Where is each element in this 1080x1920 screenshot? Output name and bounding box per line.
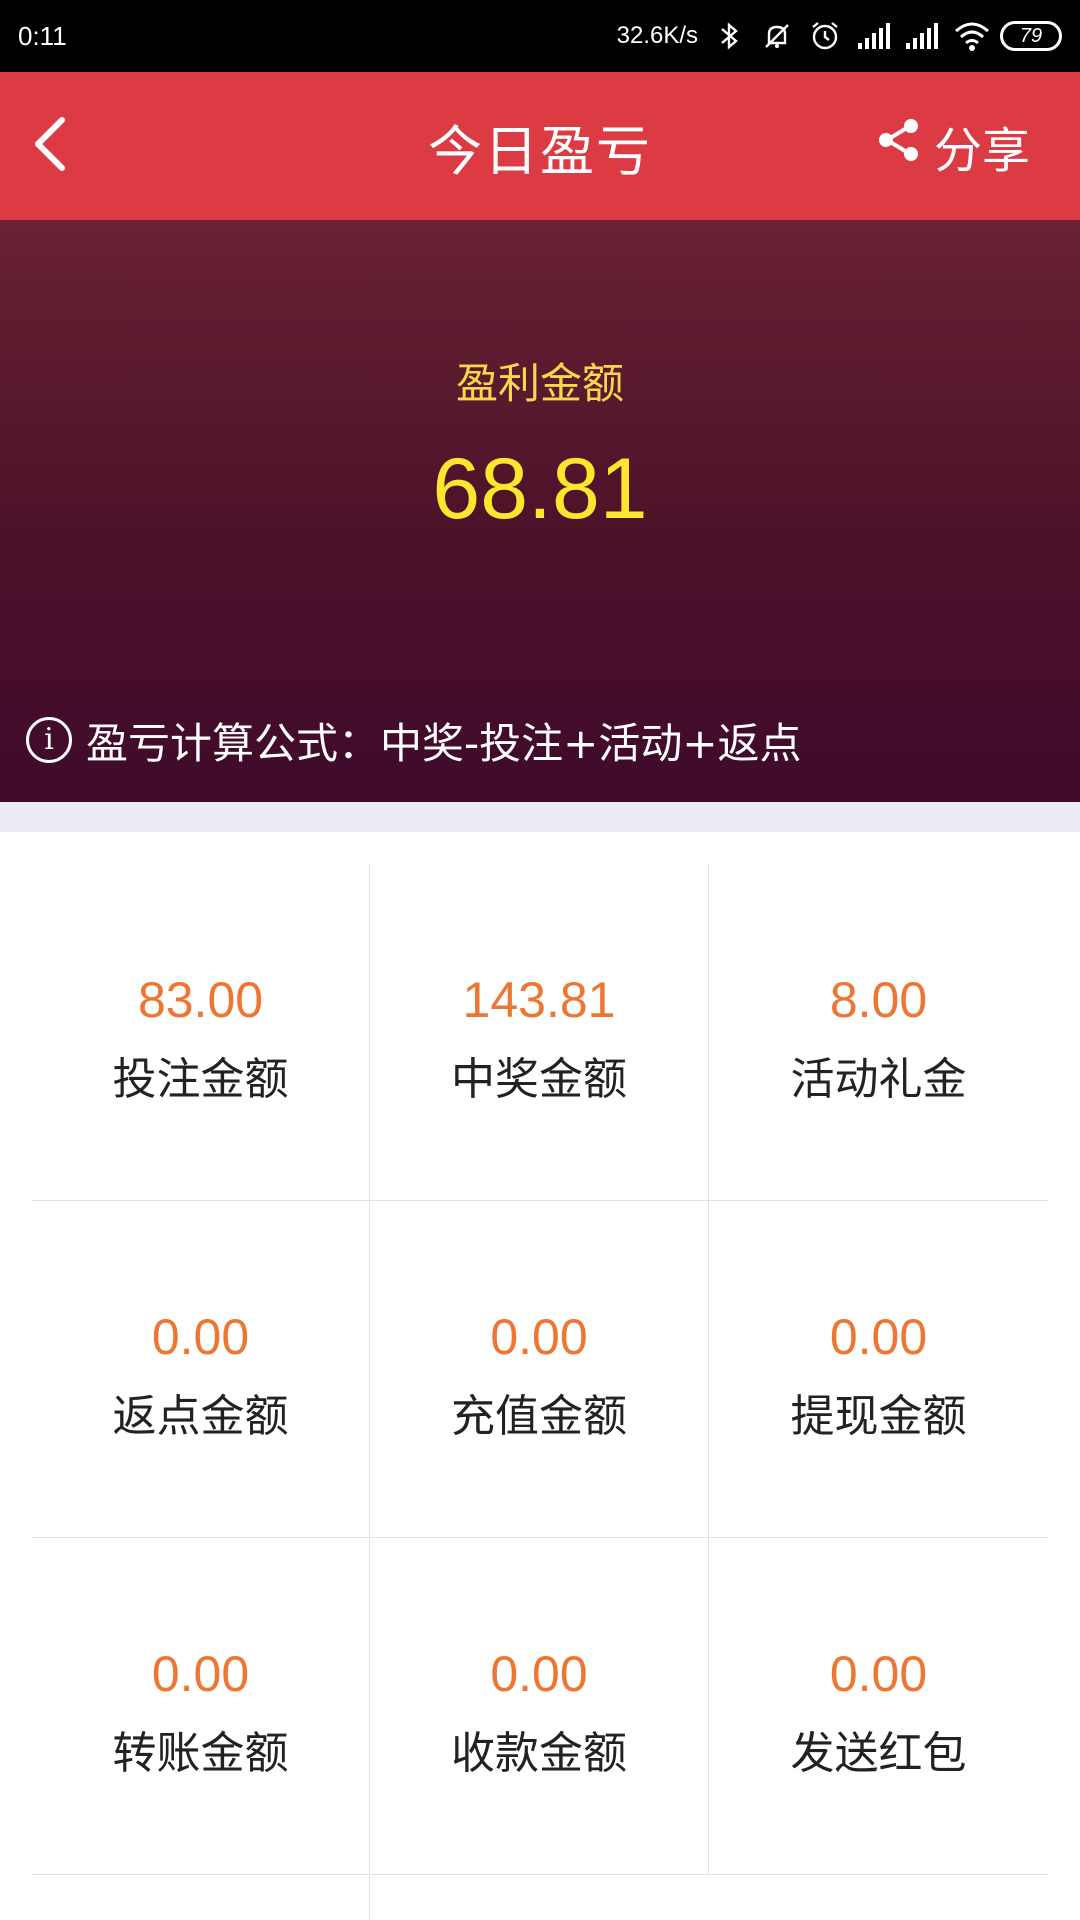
stat-receive-amount: 0.00 收款金额	[370, 1538, 709, 1875]
section-divider	[0, 802, 1080, 832]
screen: 0:11 32.6K/s 79 今日盈亏 分享 盈利金额 68.81 i 盈亏计…	[0, 0, 1080, 1920]
stat-label: 充值金额	[451, 1391, 627, 1442]
info-icon: i	[26, 717, 72, 763]
stat-label: 收款金额	[451, 1728, 627, 1779]
status-icons: 32.6K/s 79	[617, 19, 1062, 53]
stat-transfer-amount: 0.00 转账金额	[32, 1538, 370, 1875]
stat-value: 8.00	[829, 972, 928, 1028]
stat-label: 活动礼金	[790, 1054, 967, 1105]
stat-withdraw-amount: 0.00 提现金额	[709, 1201, 1048, 1538]
mute-icon	[760, 19, 794, 53]
stat-rebate-amount: 0.00 返点金额	[32, 1201, 370, 1538]
share-button[interactable]: 分享	[876, 108, 1030, 184]
stats-grid: 83.00 投注金额 143.81 中奖金额 8.00 活动礼金 0.00 返点…	[32, 864, 1048, 1875]
formula-text: 盈亏计算公式：中奖-投注+活动+返点	[86, 718, 802, 768]
stat-label: 返点金额	[112, 1391, 289, 1442]
bluetooth-icon	[712, 19, 746, 53]
profit-summary: 盈利金额 68.81 i 盈亏计算公式：中奖-投注+活动+返点	[0, 220, 1080, 802]
alarm-icon	[808, 19, 842, 53]
stat-label: 中奖金额	[451, 1054, 627, 1105]
stat-bet-amount: 83.00 投注金额	[32, 864, 370, 1201]
stat-value: 83.00	[137, 972, 264, 1028]
share-label: 分享	[933, 123, 1030, 179]
formula-note: i 盈亏计算公式：中奖-投注+活动+返点	[26, 710, 802, 770]
signal-icon	[856, 19, 890, 53]
signal-icon	[904, 19, 938, 53]
profit-amount: 68.81	[432, 441, 648, 537]
stat-win-amount: 143.81 中奖金额	[370, 864, 709, 1201]
battery-icon: 79	[1000, 21, 1062, 51]
stat-value: 0.00	[829, 1646, 928, 1702]
stat-label: 投注金额	[112, 1054, 289, 1105]
grid-divider	[369, 1876, 370, 1920]
stat-value: 0.00	[490, 1646, 588, 1702]
stat-deposit-amount: 0.00 充值金额	[370, 1201, 709, 1538]
stat-label: 转账金额	[112, 1728, 289, 1779]
network-speed: 32.6K/s	[616, 22, 698, 49]
stat-label: 提现金额	[790, 1391, 967, 1442]
header-bar: 今日盈亏 分享	[0, 72, 1080, 220]
stat-value: 0.00	[829, 1309, 928, 1365]
stat-red-packet-sent: 0.00 发送红包	[709, 1538, 1048, 1875]
stat-value: 143.81	[462, 972, 616, 1028]
wifi-icon	[952, 19, 989, 53]
stat-value: 0.00	[151, 1646, 250, 1702]
status-bar: 0:11 32.6K/s 79	[0, 0, 1080, 72]
profit-label: 盈利金额	[455, 359, 624, 408]
status-time: 0:11	[18, 20, 67, 51]
share-icon	[876, 117, 922, 175]
stat-value: 0.00	[490, 1309, 588, 1365]
stat-label: 发送红包	[790, 1728, 967, 1779]
stat-activity-bonus: 8.00 活动礼金	[709, 864, 1048, 1201]
stat-value: 0.00	[151, 1309, 250, 1365]
